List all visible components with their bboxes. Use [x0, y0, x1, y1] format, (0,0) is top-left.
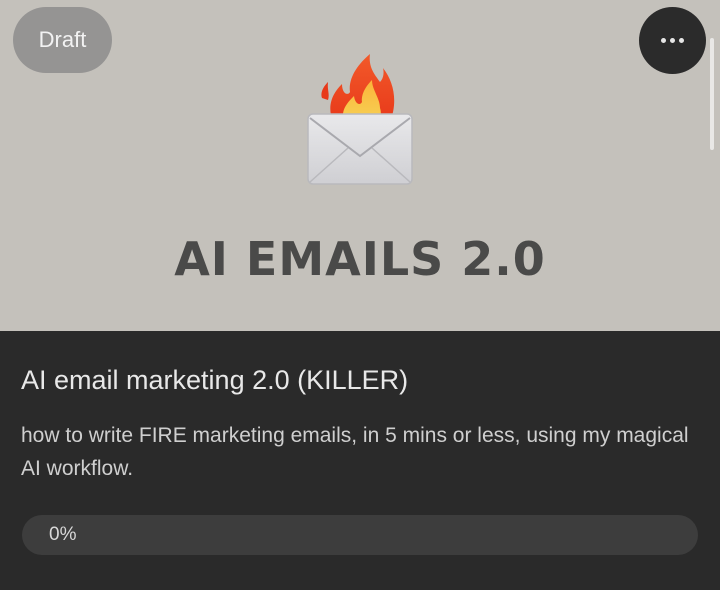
- draft-badge: Draft: [13, 7, 112, 73]
- course-cover: Draft AI EMAILS 2.0: [0, 0, 720, 331]
- fire-envelope-icon: [298, 52, 422, 192]
- more-dot-icon: [679, 38, 684, 43]
- course-card[interactable]: Draft AI EMAILS 2.0 AI email marketing 2…: [0, 0, 720, 590]
- more-dot-icon: [670, 38, 675, 43]
- scrollbar-thumb[interactable]: [710, 38, 714, 150]
- cover-title: AI EMAILS 2.0: [174, 232, 546, 286]
- course-title[interactable]: AI email marketing 2.0 (KILLER): [21, 365, 408, 396]
- progress-label: 0%: [49, 524, 77, 545]
- course-info: AI email marketing 2.0 (KILLER) how to w…: [0, 331, 720, 590]
- more-options-button[interactable]: [639, 7, 706, 74]
- progress-bar: 0%: [22, 515, 698, 555]
- course-description: how to write FIRE marketing emails, in 5…: [21, 424, 689, 480]
- more-dot-icon: [661, 38, 666, 43]
